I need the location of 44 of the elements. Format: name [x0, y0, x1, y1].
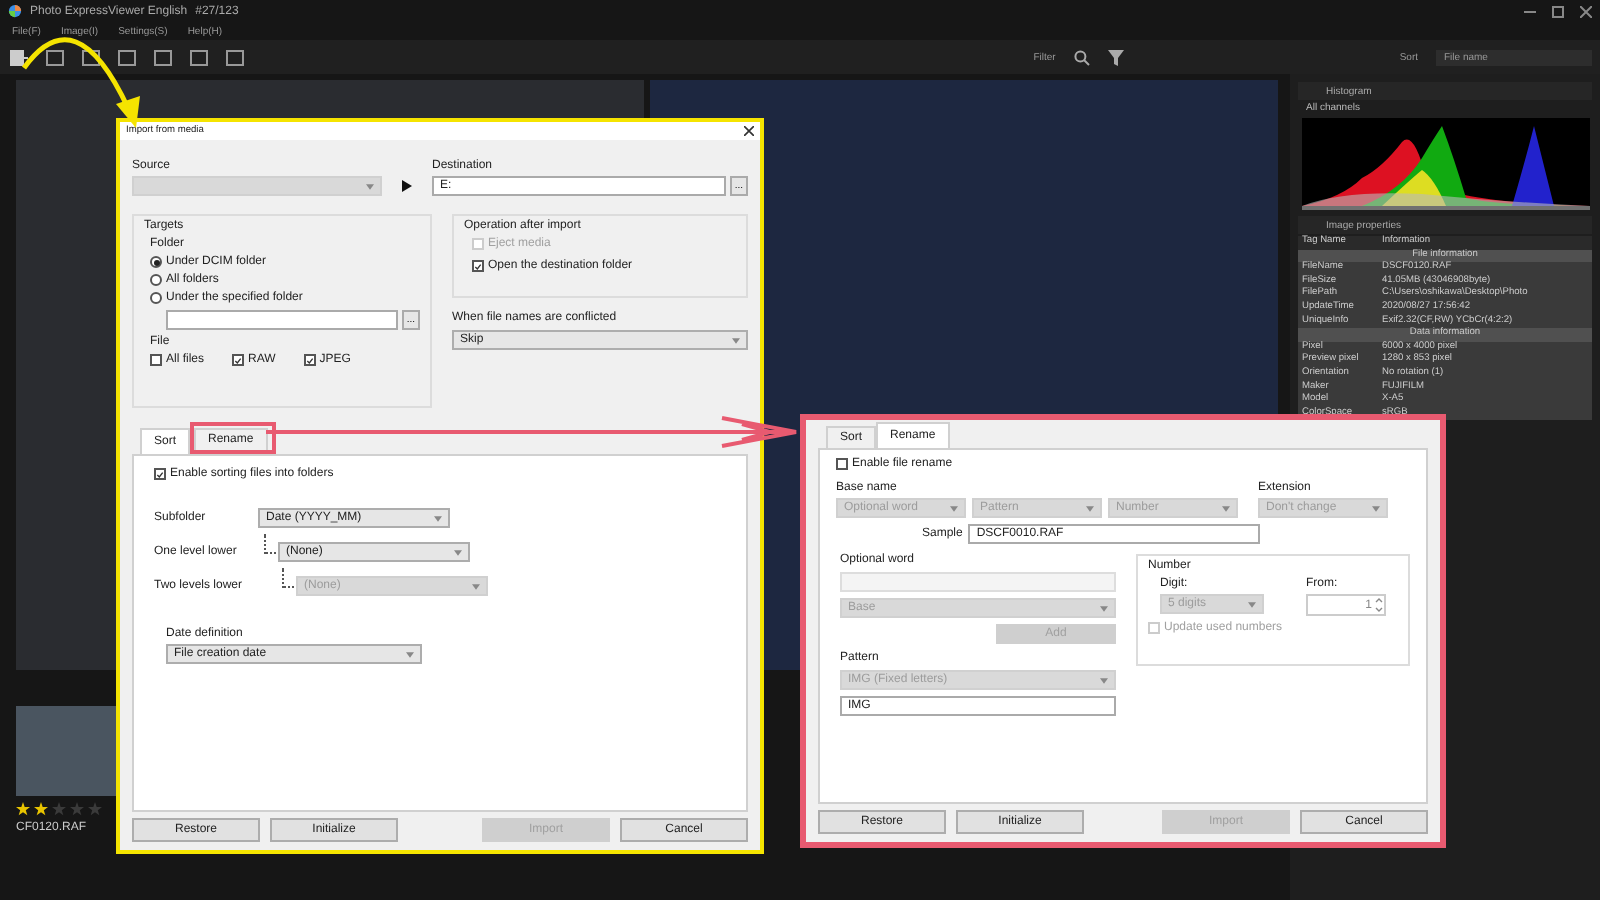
- checkmark-icon: [474, 261, 482, 271]
- caret-icon: [1372, 505, 1380, 511]
- spinner-arrows-icon[interactable]: [1374, 596, 1384, 614]
- caret-icon: [1100, 605, 1108, 611]
- checkmark-icon: [156, 469, 164, 479]
- app-logo-icon: [8, 4, 22, 18]
- star-icon: [16, 802, 30, 816]
- caret-icon: [454, 549, 462, 555]
- checkbox[interactable]: [150, 354, 162, 366]
- caret-icon: [366, 183, 374, 189]
- star-icon: [88, 802, 102, 816]
- caret-icon: [472, 583, 480, 589]
- caret-icon: [1100, 677, 1108, 683]
- radio-button[interactable]: [150, 256, 162, 268]
- star-icon: [52, 802, 66, 816]
- optional-word-field[interactable]: [840, 572, 1116, 592]
- search-icon[interactable]: [1073, 49, 1090, 65]
- radio-button[interactable]: [150, 292, 162, 304]
- checkbox[interactable]: [303, 354, 316, 366]
- caret-icon: [1222, 505, 1230, 511]
- caret-icon: [1086, 505, 1094, 511]
- maximize-icon[interactable]: [1552, 5, 1564, 17]
- checkbox[interactable]: [836, 458, 848, 470]
- checkmark-icon: [234, 355, 243, 365]
- close-icon[interactable]: [744, 126, 754, 136]
- folder-path-field[interactable]: [166, 310, 398, 330]
- star-icon: [34, 802, 48, 816]
- play-arrow-icon: [402, 180, 412, 192]
- caret-icon: [732, 337, 740, 343]
- checkbox[interactable]: [232, 354, 245, 366]
- star-icon: [70, 802, 84, 816]
- funnel-icon[interactable]: [1107, 49, 1124, 65]
- close-icon[interactable]: [1580, 5, 1592, 17]
- checkbox[interactable]: [154, 468, 166, 480]
- checkmark-icon: [305, 355, 314, 365]
- caret-icon: [950, 505, 958, 511]
- radio-button[interactable]: [150, 274, 162, 286]
- minimize-icon[interactable]: [1524, 5, 1536, 17]
- caret-icon: [406, 651, 414, 657]
- caret-icon: [434, 515, 442, 521]
- photo-placeholder[interactable]: [16, 706, 120, 796]
- caret-icon: [1248, 601, 1256, 607]
- checkbox[interactable]: [472, 260, 484, 272]
- import-icon[interactable]: [8, 47, 28, 67]
